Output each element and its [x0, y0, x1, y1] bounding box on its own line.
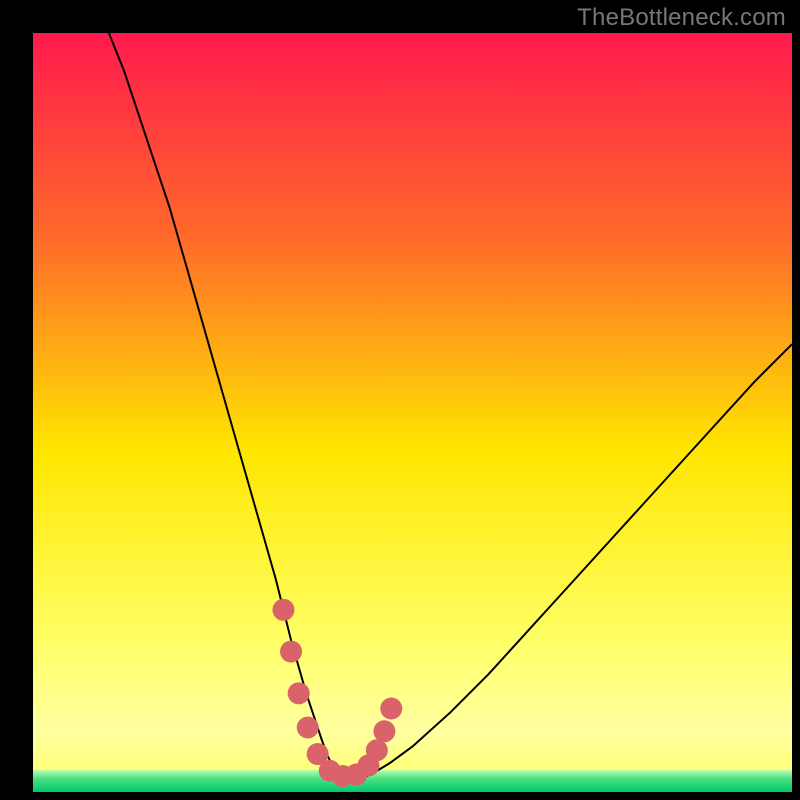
green-bottom-strip	[33, 770, 792, 792]
marker-dot	[280, 641, 302, 663]
marker-dot	[297, 716, 319, 738]
marker-dot	[380, 698, 402, 720]
marker-dot	[366, 739, 388, 761]
marker-dot	[272, 599, 294, 621]
chart-root: TheBottleneck.com	[0, 0, 800, 800]
plot-background	[33, 33, 792, 792]
marker-dot	[373, 720, 395, 742]
chart-svg	[0, 0, 800, 800]
marker-dot	[288, 682, 310, 704]
watermark: TheBottleneck.com	[577, 4, 786, 32]
